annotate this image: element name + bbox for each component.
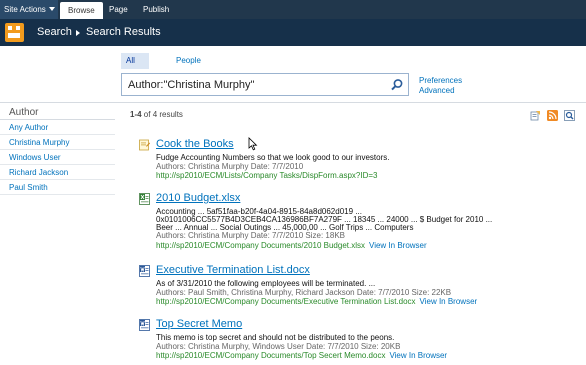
breadcrumb-arrow-icon (76, 30, 80, 36)
ribbon: Site Actions Browse Page Publish (0, 0, 586, 19)
word-icon (139, 265, 150, 277)
preferences-link[interactable]: Preferences (419, 76, 462, 86)
refiner-paul-smith[interactable]: Paul Smith (0, 180, 115, 195)
result-title-link[interactable]: Executive Termination List.docx (156, 264, 310, 276)
result-title-link[interactable]: 2010 Budget.xlsx (156, 192, 240, 204)
page-title: Search Results (86, 26, 161, 38)
result-url-row: http://sp2010/ECM/Company Documents/Top … (156, 351, 447, 360)
result-url-link[interactable]: http://sp2010/ECM/Lists/Company Tasks/Di… (156, 171, 378, 180)
result-count: 1-4 of 4 results (130, 110, 183, 119)
alert-me-icon[interactable] (530, 110, 541, 121)
result-url-link[interactable]: http://sp2010/ECM/Company Documents/Exec… (156, 297, 416, 306)
result-url-row: http://sp2010/ECM/Company Documents/Exec… (156, 297, 477, 306)
site-actions-menu[interactable]: Site Actions (0, 0, 58, 19)
rss-icon[interactable] (547, 110, 558, 121)
result-range: 1-4 (130, 110, 142, 119)
word-icon (139, 319, 150, 331)
search-links: Preferences Advanced (419, 76, 462, 96)
search-icon[interactable] (390, 78, 404, 92)
search-input[interactable] (128, 78, 383, 92)
tab-page[interactable]: Page (109, 0, 128, 19)
result-url-link[interactable]: http://sp2010/ECM/Company Documents/2010… (156, 241, 365, 250)
mouse-cursor-icon (248, 137, 258, 151)
result-metadata: Authors: Christina Murphy Date: 7/7/2010… (156, 231, 345, 240)
tab-publish[interactable]: Publish (143, 0, 169, 19)
view-in-browser-link[interactable]: View In Browser (389, 351, 447, 360)
result-summary: As of 3/31/2010 the following employees … (156, 279, 376, 288)
scope-people[interactable]: People (171, 53, 206, 69)
result-metadata: Authors: Paul Smith, Christina Murphy, R… (156, 288, 452, 297)
advanced-link[interactable]: Advanced (419, 86, 462, 96)
view-in-browser-link[interactable]: View In Browser (369, 241, 427, 250)
view-in-browser-link[interactable]: View In Browser (420, 297, 478, 306)
refiner-windows-user[interactable]: Windows User (0, 150, 115, 165)
refiner-christina-murphy[interactable]: Christina Murphy (0, 135, 115, 150)
sharepoint-logo-icon[interactable] (5, 23, 24, 42)
result-url-row: http://sp2010/ECM/Company Documents/2010… (156, 241, 427, 250)
tab-browse[interactable]: Browse (60, 2, 103, 19)
result-total: of 4 results (143, 110, 183, 119)
result-title-link[interactable]: Cook the Books (156, 138, 234, 150)
result-title-link[interactable]: Top Secret Memo (156, 318, 242, 330)
search-result: Cook the Books Fudge Accounting Numbers … (139, 138, 559, 182)
refinement-header: Author (0, 105, 115, 120)
search-result: Executive Termination List.docx As of 3/… (139, 264, 559, 308)
result-metadata: Authors: Christina Murphy, Windows User … (156, 342, 401, 351)
search-result: 2010 Budget.xlsx Accounting ... 5af51faa… (139, 192, 559, 254)
site-actions-label: Site Actions (4, 5, 46, 14)
refiner-richard-jackson[interactable]: Richard Jackson (0, 165, 115, 180)
refiner-any-author[interactable]: Any Author (0, 120, 115, 135)
search-action-icon[interactable] (564, 110, 575, 121)
excel-icon (139, 193, 150, 205)
scope-all-sites[interactable]: All Sites (121, 53, 149, 81)
result-summary: This memo is top secret and should not b… (156, 333, 395, 342)
search-box (121, 73, 409, 96)
result-url-link[interactable]: http://sp2010/ECM/Company Documents/Top … (156, 351, 385, 360)
list-item-icon (139, 139, 150, 151)
title-bar: Search Search Results (0, 19, 586, 46)
refinement-panel: Author Any Author Christina Murphy Windo… (0, 105, 115, 195)
result-summary: Fudge Accounting Numbers so that we look… (156, 153, 390, 162)
chevron-down-icon (48, 7, 55, 11)
divider (0, 102, 586, 103)
search-result: Top Secret Memo This memo is top secret … (139, 318, 559, 362)
result-metadata: Authors: Christina Murphy Date: 7/7/2010 (156, 162, 304, 171)
site-title[interactable]: Search (37, 19, 72, 46)
